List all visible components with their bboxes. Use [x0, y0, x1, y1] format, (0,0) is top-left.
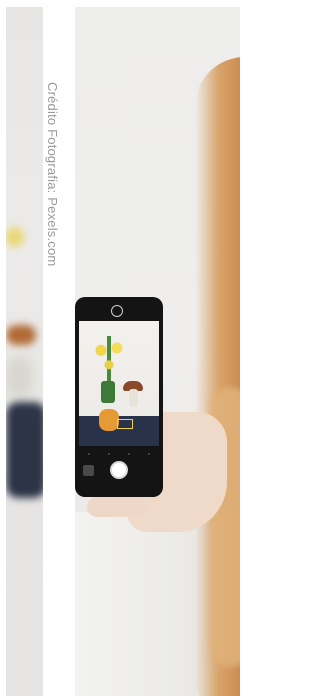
mushroom-stem — [129, 389, 138, 407]
blurred-photo-strip — [6, 7, 43, 696]
blurred-object — [6, 357, 32, 397]
blurred-mushroom — [6, 325, 36, 345]
gallery-thumbnail — [83, 465, 94, 476]
focus-box — [117, 419, 133, 429]
mode-dot: • — [148, 450, 150, 456]
camera-icon — [111, 305, 123, 317]
main-photo: • • • • — [75, 7, 240, 696]
blurred-flowers — [6, 227, 24, 247]
phone-screen — [79, 321, 159, 446]
thumb-finger — [87, 497, 147, 517]
orange-object-on-screen — [99, 409, 119, 431]
mode-dot: • — [88, 450, 90, 456]
shutter-button — [110, 461, 128, 479]
photo-collage: Crédito Fotografia: Pexels.com • • • • — [0, 0, 240, 696]
blurred-tablecloth — [6, 402, 43, 498]
camera-modes: • • • • — [79, 449, 159, 457]
smartphone: • • • • — [75, 297, 163, 497]
mode-dot: • — [128, 450, 130, 456]
photo-credit: Crédito Fotografia: Pexels.com — [45, 82, 60, 267]
mode-dot: • — [108, 450, 110, 456]
flowers-on-screen — [89, 336, 129, 384]
vase-on-screen — [101, 381, 115, 403]
